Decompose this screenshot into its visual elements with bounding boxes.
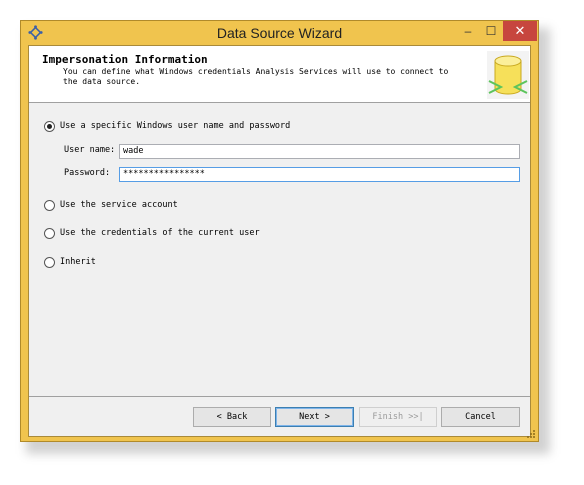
wizard-client-area: Impersonation Information You can define…	[28, 45, 531, 437]
page-title: Impersonation Information	[42, 53, 208, 66]
radio-specific-user[interactable]	[44, 120, 55, 132]
wizard-window: Data Source Wizard – ☐ ✕ Impersonation I…	[20, 20, 539, 442]
radio-service-account[interactable]	[44, 199, 55, 211]
password-field[interactable]: ****************	[119, 167, 520, 182]
back-button[interactable]: < Back	[193, 407, 271, 427]
finish-button[interactable]: Finish >>|	[359, 407, 437, 427]
option-specific-user-label: Use a specific Windows user name and pas…	[60, 121, 291, 131]
cancel-button[interactable]: Cancel	[441, 407, 520, 427]
page-description-line1: You can define what Windows credentials …	[63, 67, 449, 76]
username-field[interactable]: wade	[119, 144, 520, 159]
maximize-button[interactable]: ☐	[480, 21, 502, 41]
resize-grip-icon[interactable]	[526, 429, 536, 439]
option-service-account[interactable]: Use the service account	[44, 198, 178, 212]
radio-current-user[interactable]	[44, 227, 55, 239]
wizard-header: Impersonation Information You can define…	[29, 46, 530, 103]
option-inherit[interactable]: Inherit	[44, 255, 96, 269]
next-button[interactable]: Next >	[275, 407, 354, 427]
radio-inherit[interactable]	[44, 256, 55, 268]
option-current-user-label: Use the credentials of the current user	[60, 228, 260, 238]
minimize-button[interactable]: –	[457, 21, 479, 41]
username-label: User name:	[64, 145, 116, 155]
page-description: You can define what Windows credentials …	[63, 67, 463, 87]
option-specific-user[interactable]: Use a specific Windows user name and pas…	[44, 119, 290, 133]
title-bar[interactable]: Data Source Wizard – ☐ ✕	[21, 21, 538, 45]
option-inherit-label: Inherit	[60, 257, 96, 267]
close-button[interactable]: ✕	[503, 21, 537, 41]
option-service-account-label: Use the service account	[60, 200, 178, 210]
options-area: Use a specific Windows user name and pas…	[29, 103, 530, 386]
page-description-line2: the data source.	[63, 77, 141, 86]
button-bar: < Back Next > Finish >>| Cancel	[29, 396, 530, 437]
password-label: Password:	[64, 168, 111, 178]
option-current-user[interactable]: Use the credentials of the current user	[44, 226, 260, 240]
database-icon	[487, 51, 529, 99]
